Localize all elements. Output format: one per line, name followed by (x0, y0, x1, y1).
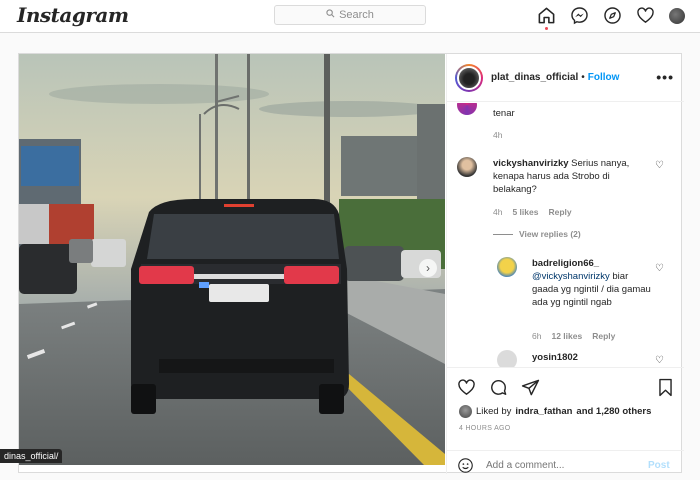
reply-button[interactable]: Reply (592, 331, 615, 341)
separator-dot: • (581, 72, 585, 83)
reply-body: badreligion66_ @vickyshanvirizky biar ga… (532, 257, 652, 309)
link-tooltip: dinas_official/ (0, 449, 63, 463)
instagram-logo[interactable]: Instagram (17, 3, 129, 27)
post-actions: Liked by indra_fathan and 1,280 others 4… (447, 367, 684, 474)
comment-avatar[interactable] (457, 157, 477, 177)
view-replies-label: View replies (2) (519, 229, 581, 239)
explore-icon (604, 7, 621, 24)
emoji-icon[interactable] (457, 457, 474, 474)
reply-username[interactable]: yosin1802 (532, 352, 578, 363)
more-options-icon[interactable]: ••• (656, 69, 674, 85)
reply-likes[interactable]: 12 likes (551, 331, 582, 341)
divider-line (493, 233, 513, 235)
direct-messages-button[interactable] (570, 6, 589, 25)
comment-time: 4h (493, 130, 503, 140)
reply-avatar[interactable] (497, 257, 517, 277)
reply-button[interactable]: Reply (548, 207, 571, 217)
share-icon[interactable] (521, 378, 540, 397)
post-header: plat_dinas_official • Follow ••• (447, 54, 684, 102)
post-card: › plat_dinas_official • Follow ••• tenar… (18, 53, 684, 474)
active-indicator-dot (545, 27, 548, 30)
search-box[interactable]: Search (274, 5, 426, 25)
author-username[interactable]: plat_dinas_official (491, 72, 578, 83)
liked-by: Liked by indra_fathan and 1,280 others (459, 405, 651, 418)
comment-avatar[interactable] (457, 103, 477, 115)
profile-avatar[interactable] (669, 7, 685, 24)
reply-username[interactable]: badreligion66_ (532, 258, 599, 269)
comment-body: vickyshanvirizky Serius nanya, kenapa ha… (493, 157, 653, 196)
follow-button[interactable]: Follow (588, 72, 620, 83)
home-button[interactable] (537, 6, 556, 30)
comment-meta: 4h 5 likes Reply (493, 207, 572, 217)
comment-icon[interactable] (489, 378, 508, 397)
view-replies-button[interactable]: View replies (2) (493, 229, 581, 239)
top-nav-bar: Instagram Search (0, 0, 700, 33)
reply-time: 6h (532, 331, 542, 341)
liked-by-others[interactable]: and 1,280 others (576, 406, 651, 417)
comment-meta: 4h (493, 130, 502, 140)
post-comment-button[interactable]: Post (648, 460, 670, 471)
add-comment-input[interactable] (486, 460, 636, 471)
search-placeholder: Search (339, 9, 374, 21)
comment-time: 4h (493, 207, 503, 217)
liked-by-user[interactable]: indra_fathan (515, 406, 572, 417)
reply-meta: 6h 12 likes Reply (532, 331, 615, 341)
reply-mention[interactable]: @vickyshanvirizky (532, 271, 610, 282)
liked-by-avatar[interactable] (459, 405, 472, 418)
explore-button[interactable] (603, 6, 622, 25)
post-sidebar: plat_dinas_official • Follow ••• tenar 4… (446, 54, 684, 474)
nav-icons (537, 6, 685, 30)
messenger-icon (571, 7, 588, 25)
author-avatar[interactable] (455, 63, 483, 92)
post-photo-graphic (19, 54, 445, 465)
post-image[interactable]: › (19, 54, 445, 465)
liked-by-prefix: Liked by (476, 406, 512, 417)
comment-text: tenar (493, 108, 515, 119)
post-timestamp[interactable]: 4 HOURS AGO (459, 425, 511, 432)
add-comment-bar: Post (447, 450, 684, 480)
comments-list[interactable]: tenar 4h vickyshanvirizky Serius nanya, … (447, 103, 684, 367)
reply-like-heart-icon[interactable]: ♡ (655, 355, 664, 366)
save-bookmark-icon[interactable] (657, 378, 674, 397)
reply-like-heart-icon[interactable]: ♡ (655, 263, 664, 274)
comment-username[interactable]: vickyshanvirizky (493, 158, 569, 169)
comment-like-heart-icon[interactable]: ♡ (655, 160, 664, 171)
reply-avatar[interactable] (497, 350, 517, 367)
search-icon (326, 9, 335, 21)
like-heart-icon[interactable] (457, 378, 476, 397)
heart-icon (637, 7, 654, 23)
home-icon (538, 7, 555, 24)
reply-body: yosin1802 (532, 351, 578, 364)
comment-likes[interactable]: 5 likes (512, 207, 538, 217)
next-image-arrow-icon[interactable]: › (419, 259, 437, 277)
action-icons (457, 378, 540, 397)
activity-button[interactable] (636, 6, 655, 25)
